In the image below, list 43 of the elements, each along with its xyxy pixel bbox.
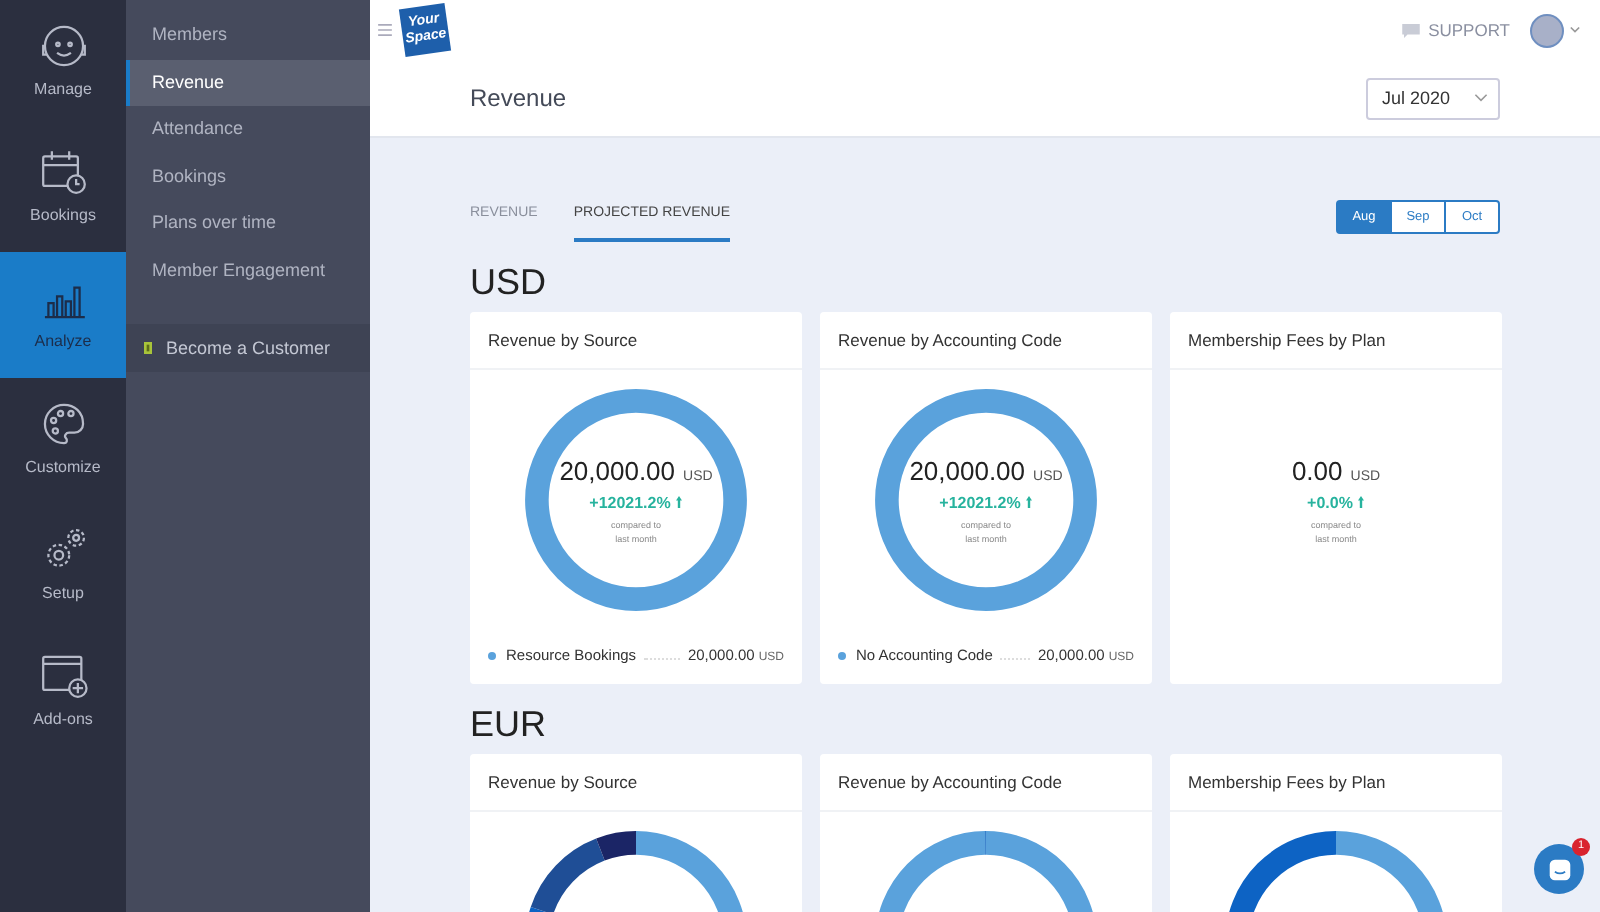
total-amount: 20,000.00 [559,455,676,485]
card-title: Membership Fees by Plan [1170,312,1502,370]
card-title: Membership Fees by Plan [1170,754,1502,812]
sidebar-item[interactable]: Customize [0,378,126,504]
face-icon [37,20,89,72]
submenu-item[interactable]: Plans over time [126,200,370,247]
submenu-item[interactable]: Bookings [126,153,370,200]
flag-icon [144,342,152,354]
month-dropdown[interactable]: Jul 2020 [1366,77,1500,119]
submenu-item[interactable]: Members [126,12,370,59]
sidebar-item[interactable]: Analyze [0,252,126,378]
calendar-icon [37,146,89,198]
card-title: Revenue by Accounting Code [820,312,1152,370]
avatar[interactable] [1530,13,1564,47]
total-amount: 20,000.00 [909,455,1026,485]
chevron-down-icon [1474,94,1489,102]
chat-icon [1402,23,1421,37]
change-percent: +0.0% [1307,493,1353,511]
card-title: Revenue by Source [470,754,802,812]
sidebar-item[interactable]: Add-ons [0,630,126,756]
chat-icon [1547,857,1571,881]
change-percent: +12021.2% [589,493,671,511]
become-customer-link[interactable]: Become a Customer [126,324,370,372]
currency-heading: EUR [470,704,549,746]
arrow-up-icon [1358,496,1365,508]
card-title: Revenue by Accounting Code [820,754,1152,812]
support-link[interactable]: SUPPORT [1428,20,1510,40]
sidebar-item[interactable]: Manage [0,0,126,126]
sidebar-item[interactable]: Bookings [0,126,126,252]
card-title: Revenue by Source [470,312,802,370]
sidebar-item[interactable]: Setup [0,504,126,630]
change-percent: +12021.2% [939,493,1021,511]
page-title: Revenue [470,84,567,112]
submenu-item[interactable]: Attendance [126,106,370,153]
arrow-up-icon [676,496,683,508]
submenu-item[interactable]: Revenue [126,59,370,106]
caret-icon[interactable] [1570,26,1580,34]
menu-icon[interactable] [378,24,392,36]
currency-heading: USD [470,262,549,304]
submenu-item[interactable]: Member Engagement [126,247,370,294]
window-plus-icon [37,650,89,702]
total-amount: 0.00 [1291,455,1343,485]
arrow-up-icon [1026,496,1033,508]
